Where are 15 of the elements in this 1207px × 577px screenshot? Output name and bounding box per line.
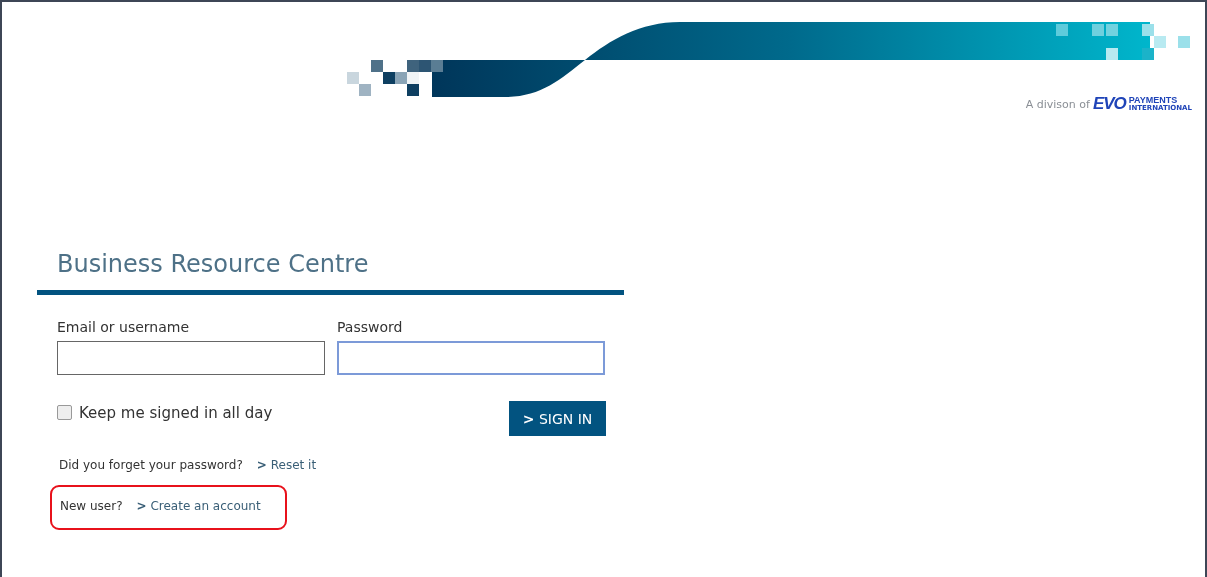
checkbox-label: Keep me signed in all day [79, 403, 273, 422]
division-text: A divison of [1025, 97, 1090, 111]
logo-mark: EVO [1092, 94, 1126, 114]
field-label: Password [337, 319, 404, 335]
link[interactable]: > Create an account [136, 499, 261, 513]
logo-text: PAYMENTS [1128, 96, 1178, 105]
input-field[interactable] [57, 341, 325, 375]
page-title: Business Resource Centre [57, 250, 370, 280]
checkbox[interactable] [57, 405, 72, 420]
question-text: Did you forget your password? [59, 458, 243, 472]
link[interactable]: > Reset it [256, 458, 317, 472]
input-field[interactable] [337, 341, 605, 375]
sign-in-button[interactable]: > SIGN IN [509, 401, 606, 436]
field-label: Email or username [57, 319, 191, 335]
question-text: New user? [60, 499, 123, 513]
